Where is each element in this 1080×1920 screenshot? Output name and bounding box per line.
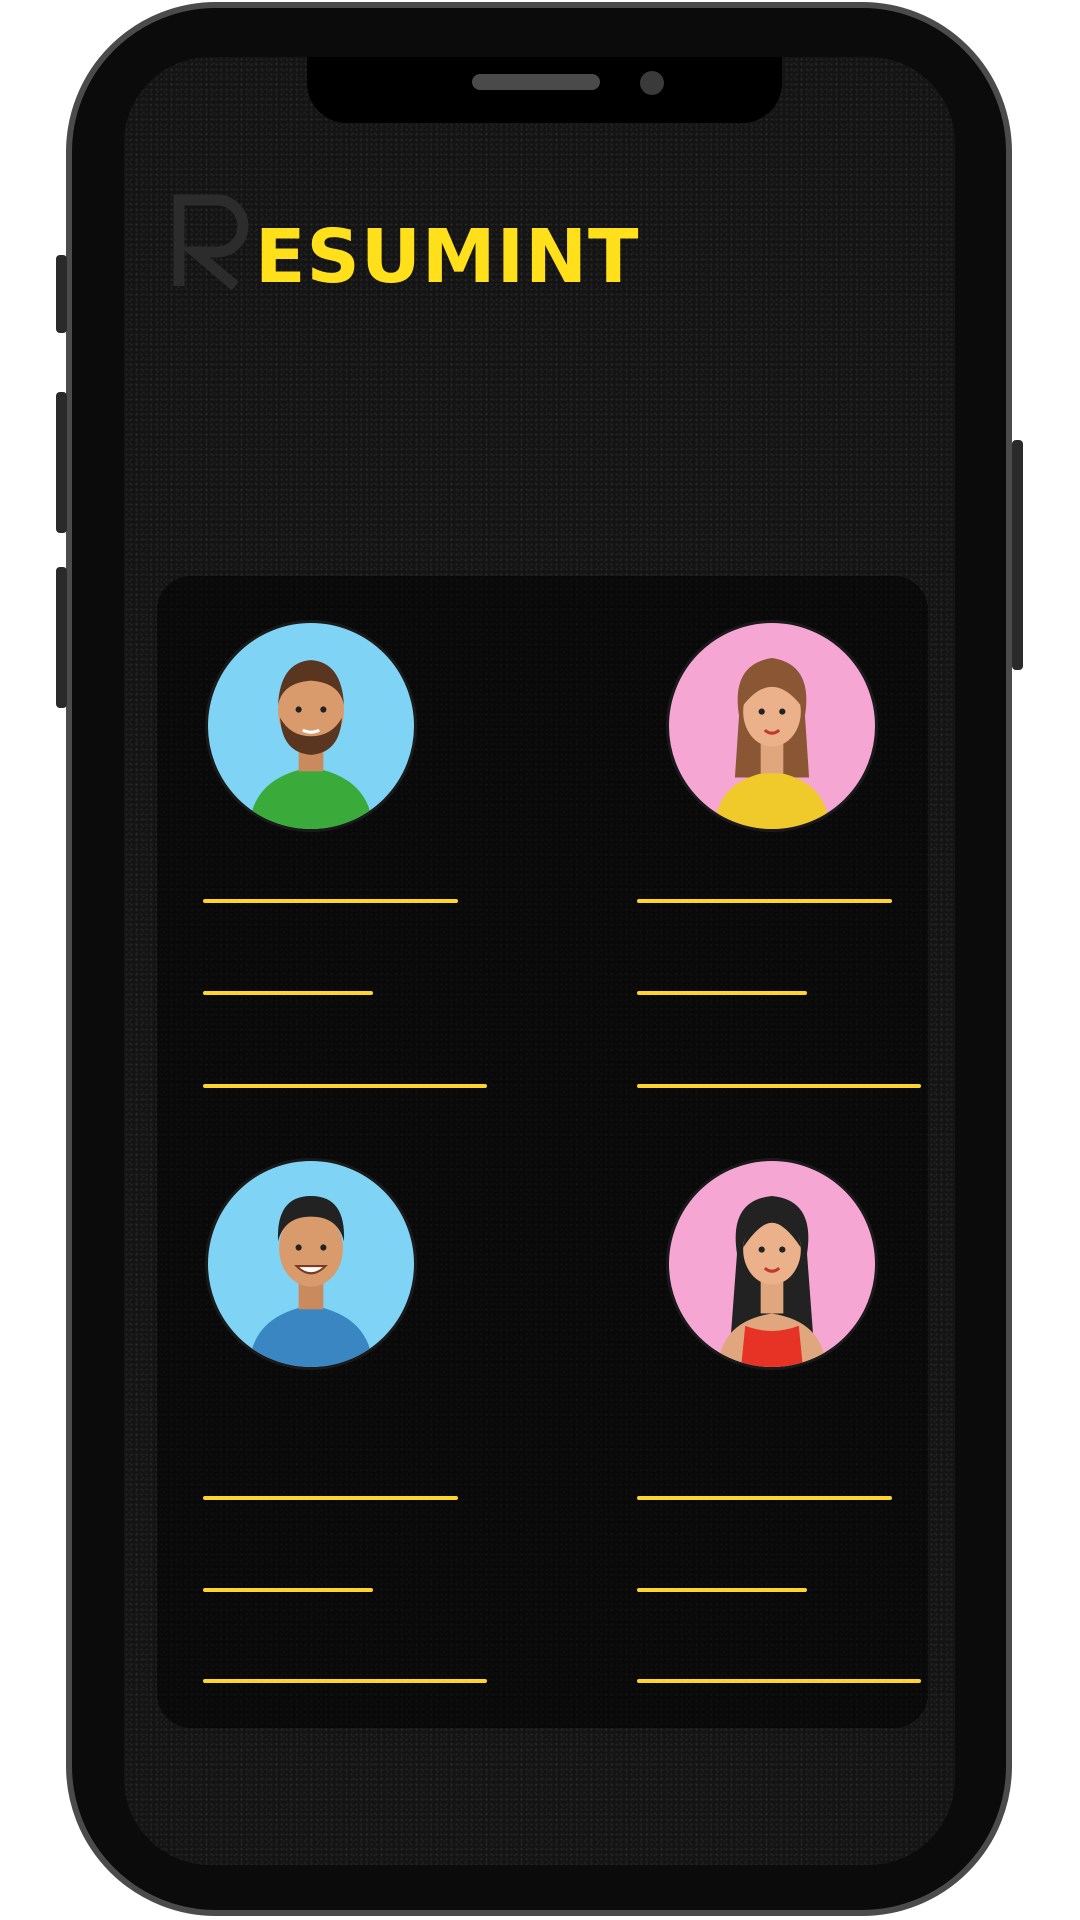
- man-smile-avatar-icon: [249, 1196, 373, 1367]
- woman-avatar-icon: [714, 658, 830, 829]
- profile-text-line: [637, 1588, 807, 1592]
- profile-avatar[interactable]: [205, 620, 417, 832]
- logo-r-mark: [173, 194, 249, 290]
- profile-text-line: [637, 991, 807, 995]
- profile-text-line: [203, 1588, 373, 1592]
- logo-text: ESUMINT: [255, 214, 640, 300]
- phone-side-button: [56, 392, 67, 533]
- profile-text-line: [637, 1679, 921, 1683]
- profile-text-line: [203, 991, 373, 995]
- phone-side-button: [56, 567, 67, 708]
- profile-text-line: [637, 1084, 921, 1088]
- profile-text-line: [637, 1496, 892, 1500]
- woman-longhair-avatar-icon: [718, 1196, 826, 1367]
- profile-text-line: [203, 899, 458, 903]
- phone-notch: [307, 57, 782, 123]
- profile-text-line: [203, 1496, 458, 1500]
- man-beard-avatar-icon: [249, 660, 373, 829]
- profile-text-line: [637, 899, 892, 903]
- profile-avatar[interactable]: [666, 1158, 878, 1370]
- profile-text-line: [203, 1084, 487, 1088]
- speaker-grille: [472, 74, 600, 90]
- profile-avatar[interactable]: [205, 1158, 417, 1370]
- front-camera: [640, 71, 664, 95]
- profile-avatar[interactable]: [666, 620, 878, 832]
- phone-side-button: [1012, 440, 1023, 670]
- profile-text-line: [203, 1679, 487, 1683]
- phone-side-button: [56, 255, 67, 333]
